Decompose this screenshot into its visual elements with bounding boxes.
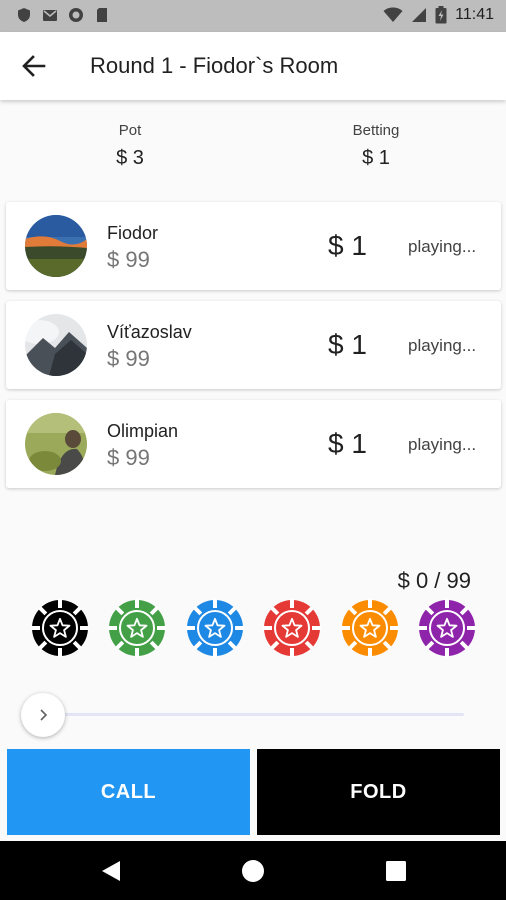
- gmail-icon: [43, 10, 57, 21]
- recents-nav-icon[interactable]: [383, 858, 409, 884]
- home-nav-icon[interactable]: [240, 858, 266, 884]
- wifi-icon: [383, 7, 403, 22]
- player-bet: $ 1: [328, 230, 367, 261]
- avatar: [25, 413, 87, 475]
- player-card: Olimpian $ 99 $ 1 playing...: [6, 400, 501, 488]
- avatar: [25, 314, 87, 376]
- bet-slider-thumb[interactable]: [21, 693, 65, 737]
- poker-chip[interactable]: [108, 599, 166, 657]
- pot-value: $ 3: [116, 147, 144, 169]
- player-card: Víťazoslav $ 99 $ 1 playing...: [6, 301, 501, 389]
- player-name: Víťazoslav: [107, 322, 192, 342]
- avatar: [25, 215, 87, 277]
- poker-chip[interactable]: [418, 599, 476, 657]
- fold-button[interactable]: FOLD: [257, 749, 500, 835]
- player-status: playing...: [408, 336, 477, 355]
- sd-card-icon: [97, 8, 107, 22]
- betting-label: Betting: [352, 122, 400, 139]
- player-money: $ 99: [107, 247, 150, 272]
- player-card: Fiodor $ 99 $ 1 playing...: [6, 202, 501, 290]
- player-name: Olimpian: [107, 421, 179, 441]
- status-time: 11:41: [455, 6, 494, 23]
- signal-icon: [412, 8, 427, 22]
- battery-icon: [435, 6, 447, 24]
- poker-chip[interactable]: [31, 599, 89, 657]
- back-arrow-icon[interactable]: [20, 52, 48, 80]
- player-status: playing...: [408, 435, 477, 454]
- player-status: playing...: [408, 237, 477, 256]
- page-title: Round 1 - Fiodor`s Room: [90, 53, 339, 78]
- player-money: $ 99: [107, 445, 150, 470]
- player-bet: $ 1: [328, 428, 367, 459]
- app-bar: Round 1 - Fiodor`s Room: [0, 32, 506, 100]
- shield-icon: [18, 8, 30, 22]
- bet-amount: $ 0 / 99: [397, 568, 471, 593]
- player-bet: $ 1: [328, 329, 367, 360]
- betting-value: $ 1: [362, 147, 390, 169]
- betting-summary: Betting $ 1: [306, 122, 446, 170]
- poker-chip[interactable]: [341, 599, 399, 657]
- status-bar: 11:41: [0, 0, 506, 32]
- call-button[interactable]: CALL: [7, 749, 250, 835]
- poker-chip[interactable]: [186, 599, 244, 657]
- navigation-bar: [0, 841, 506, 900]
- circle-icon: [69, 8, 83, 22]
- player-money: $ 99: [107, 346, 150, 371]
- back-nav-icon[interactable]: [98, 858, 124, 884]
- bet-slider-track[interactable]: [44, 713, 464, 716]
- poker-chip[interactable]: [263, 599, 321, 657]
- chevron-right-icon: [40, 709, 48, 721]
- pot-label: Pot: [118, 122, 142, 139]
- player-name: Fiodor: [107, 223, 159, 243]
- pot-summary: Pot $ 3: [60, 122, 200, 170]
